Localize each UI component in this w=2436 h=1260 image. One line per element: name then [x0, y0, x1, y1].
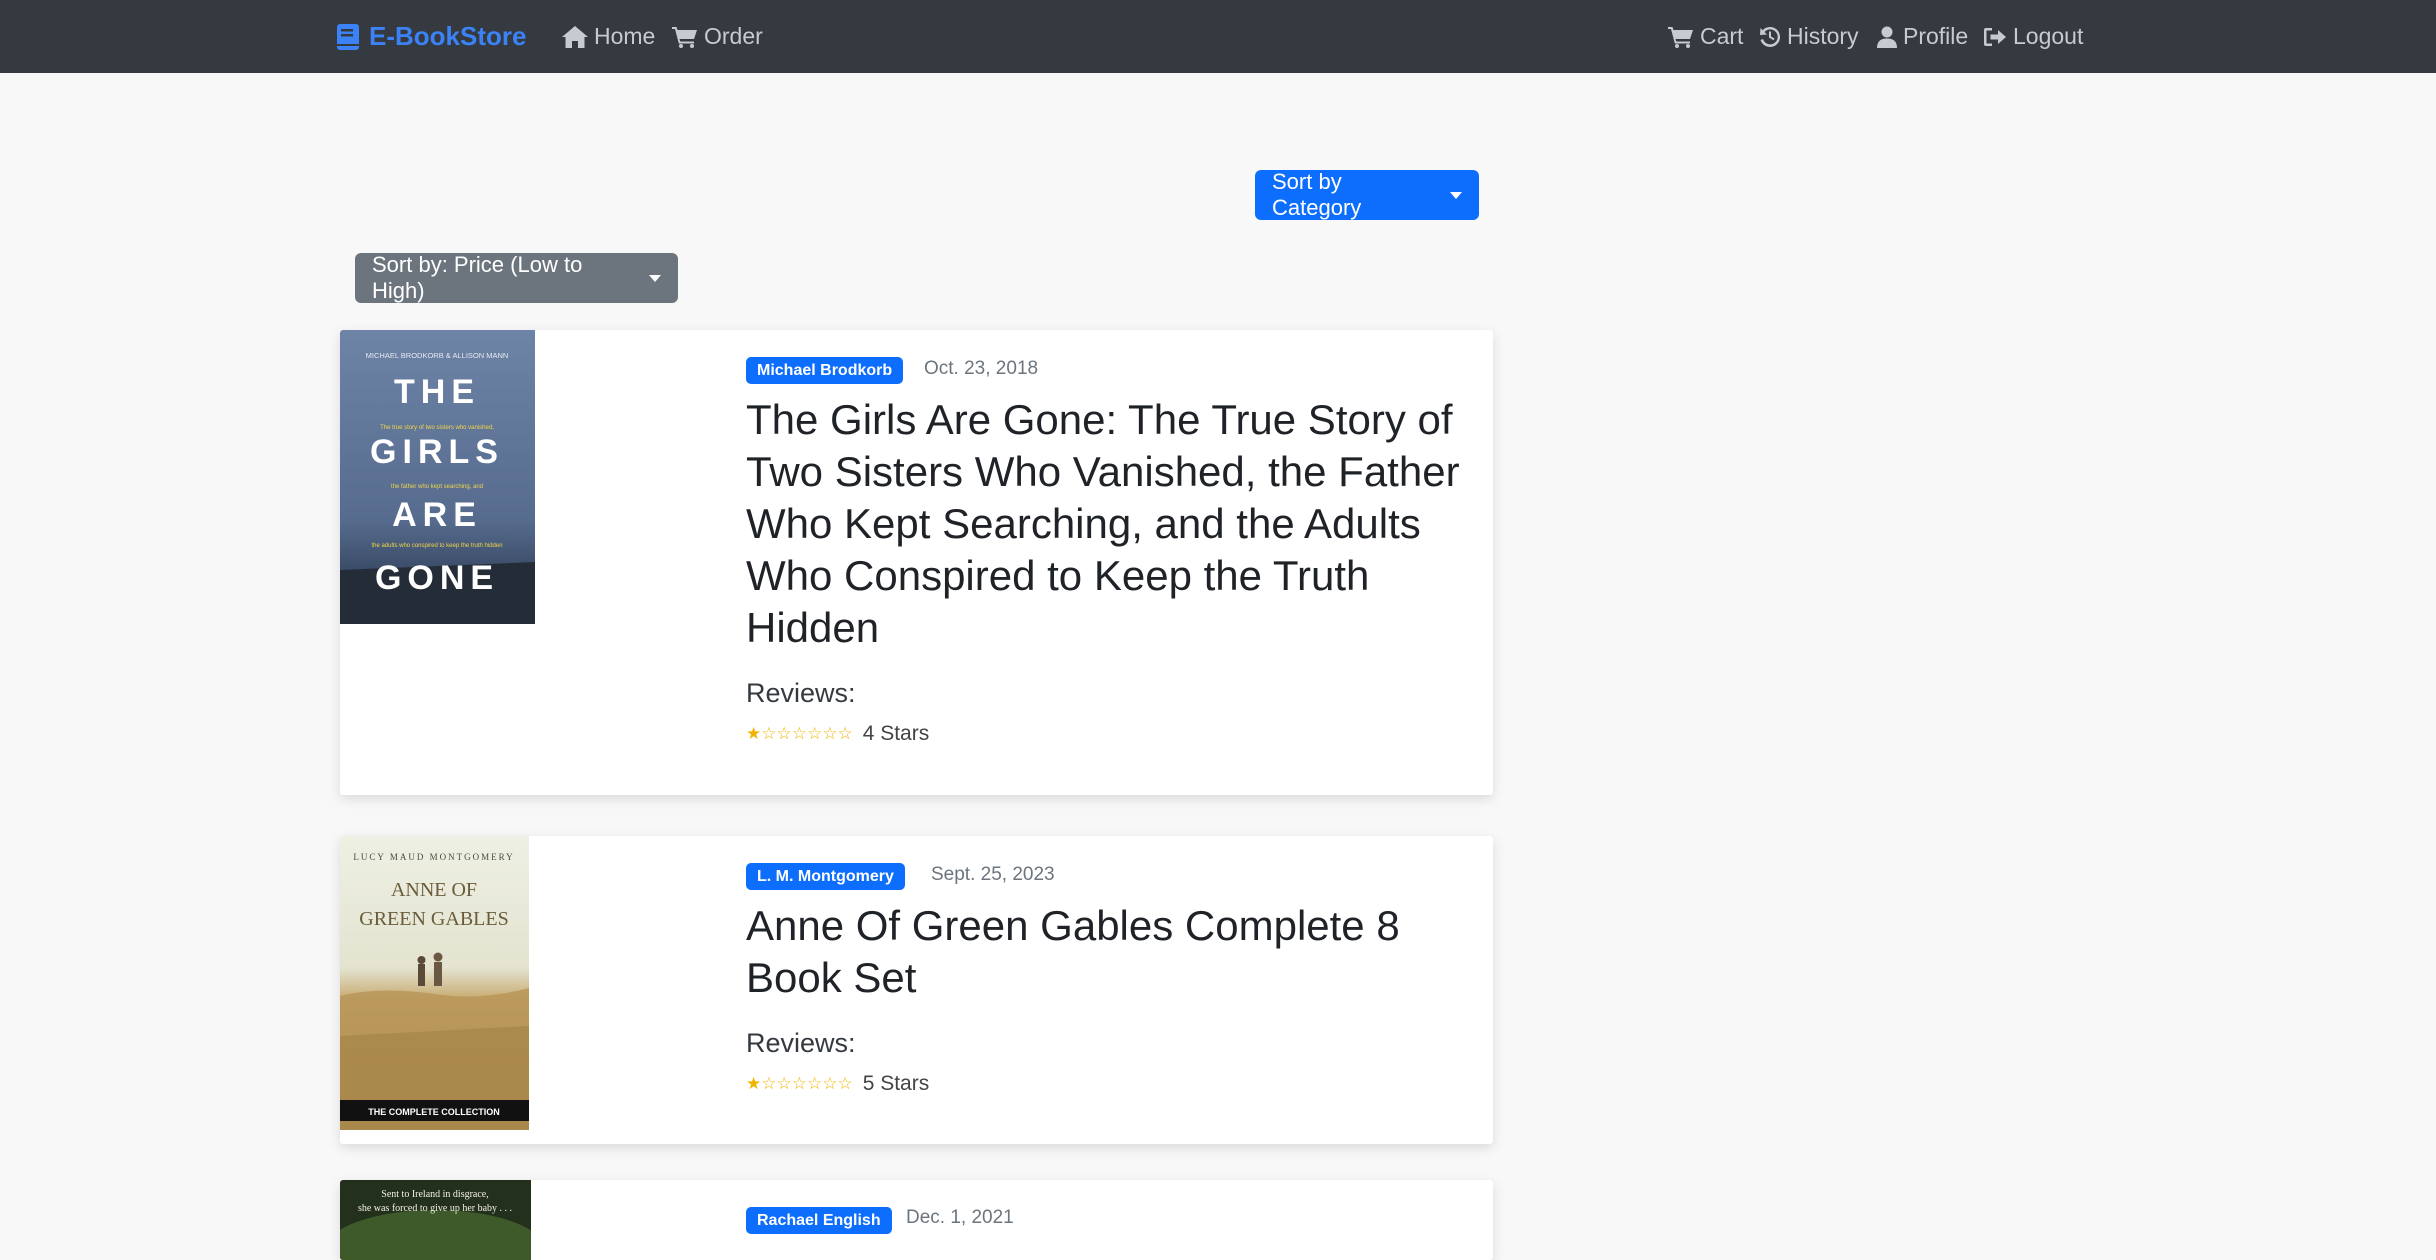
svg-text:ANNE OF: ANNE OF	[391, 879, 477, 901]
brand-label: E-BookStore	[369, 21, 527, 51]
sort-by-price-label: Sort by: Price (Low to High)	[372, 252, 583, 303]
sort-by-price-dropdown[interactable]: Sort by: Price (Low to High)	[355, 252, 678, 303]
nav-cart-label: Cart	[1700, 23, 1744, 49]
history-icon	[1760, 26, 1781, 47]
star-icons: ★☆☆☆☆☆☆	[746, 1074, 853, 1093]
caret-down-icon	[1450, 191, 1462, 199]
nav-logout-label: Logout	[2013, 23, 2084, 49]
stars-count-text: 4 Stars	[862, 722, 930, 745]
svg-text:she was forced to give up her: she was forced to give up her baby . . .	[358, 1203, 512, 1214]
star-rating: ★☆☆☆☆☆☆ 5 Stars	[746, 1072, 929, 1096]
nav-order-label: Order	[704, 23, 763, 49]
author-badge[interactable]: L. M. Montgomery	[746, 863, 905, 890]
svg-text:THE COMPLETE COLLECTION: THE COMPLETE COLLECTION	[368, 1107, 500, 1117]
nav-home-label: Home	[594, 23, 656, 49]
sort-by-category-label: Sort by Category	[1272, 169, 1362, 220]
book-card[interactable]: Sent to Ireland in disgrace, she was for…	[340, 1180, 1493, 1260]
svg-text:LUCY MAUD MONTGOMERY: LUCY MAUD MONTGOMERY	[353, 852, 514, 862]
nav-order-link[interactable]: Order	[672, 0, 763, 73]
author-badge[interactable]: Michael Brodkorb	[746, 357, 904, 384]
home-icon	[562, 25, 588, 48]
nav-history-label: History	[1787, 23, 1859, 49]
nav-cart-link[interactable]: Cart	[1668, 0, 1743, 73]
svg-text:GIRLS: GIRLS	[370, 433, 504, 471]
reviews-label: Reviews:	[746, 1028, 856, 1058]
logout-icon	[1984, 27, 2006, 46]
book-cover-image[interactable]: Sent to Ireland in disgrace, she was for…	[340, 1180, 531, 1260]
sort-by-category-dropdown[interactable]: Sort by Category	[1255, 169, 1479, 220]
book-card[interactable]: LUCY MAUD MONTGOMERY ANNE OF GREEN GABLE…	[340, 836, 1493, 1144]
svg-text:the adults who conspired to ke: the adults who conspired to keep the tru…	[371, 543, 502, 549]
author-badge[interactable]: Rachael English	[746, 1207, 892, 1234]
stars-count-text: 5 Stars	[862, 1072, 930, 1095]
publish-date: Oct. 23, 2018	[924, 358, 1039, 379]
publish-date: Sept. 25, 2023	[931, 864, 1055, 885]
cart-icon	[1668, 26, 1693, 48]
book-card[interactable]: MICHAEL BRODKORB & ALLISON MANN THE The …	[340, 330, 1493, 795]
brand-link[interactable]: E-BookStore	[337, 0, 526, 73]
nav-history-link[interactable]: History	[1759, 0, 1859, 73]
star-rating: ★☆☆☆☆☆☆ 4 Stars	[746, 722, 929, 746]
svg-text:The true story of two sisters: The true story of two sisters who vanish…	[380, 425, 494, 431]
svg-text:THE: THE	[394, 373, 480, 411]
svg-text:ARE: ARE	[392, 496, 482, 534]
nav-profile-label: Profile	[1903, 23, 1969, 49]
book-cover-image[interactable]: MICHAEL BRODKORB & ALLISON MANN THE The …	[340, 330, 535, 624]
star-icons: ★☆☆☆☆☆☆	[746, 724, 853, 743]
nav-profile-link[interactable]: Profile	[1877, 0, 1968, 73]
book-icon	[337, 23, 359, 50]
top-navbar: E-BookStore Home Order Cart History Prof…	[0, 0, 2436, 73]
nav-home-link[interactable]: Home	[562, 0, 655, 73]
svg-text:the father who kept searching,: the father who kept searching, and	[391, 484, 483, 490]
svg-text:GONE: GONE	[375, 559, 499, 597]
user-icon	[1877, 26, 1897, 48]
book-title[interactable]: Anne Of Green Gables Complete 8 Book Set	[746, 900, 1481, 1004]
book-title[interactable]: The Girls Are Gone: The True Story of Tw…	[746, 394, 1481, 654]
reviews-label: Reviews:	[746, 678, 856, 708]
svg-text:MICHAEL BRODKORB & ALLISON MAN: MICHAEL BRODKORB & ALLISON MANN	[366, 351, 509, 360]
cart-icon	[672, 26, 697, 48]
caret-down-icon	[649, 274, 661, 282]
svg-text:GREEN GABLES: GREEN GABLES	[359, 908, 508, 930]
publish-date: Dec. 1, 2021	[906, 1207, 1014, 1228]
nav-logout-link[interactable]: Logout	[1983, 0, 2083, 73]
svg-text:Sent to Ireland in disgrace,: Sent to Ireland in disgrace,	[381, 1189, 488, 1200]
book-cover-image[interactable]: LUCY MAUD MONTGOMERY ANNE OF GREEN GABLE…	[340, 836, 529, 1130]
